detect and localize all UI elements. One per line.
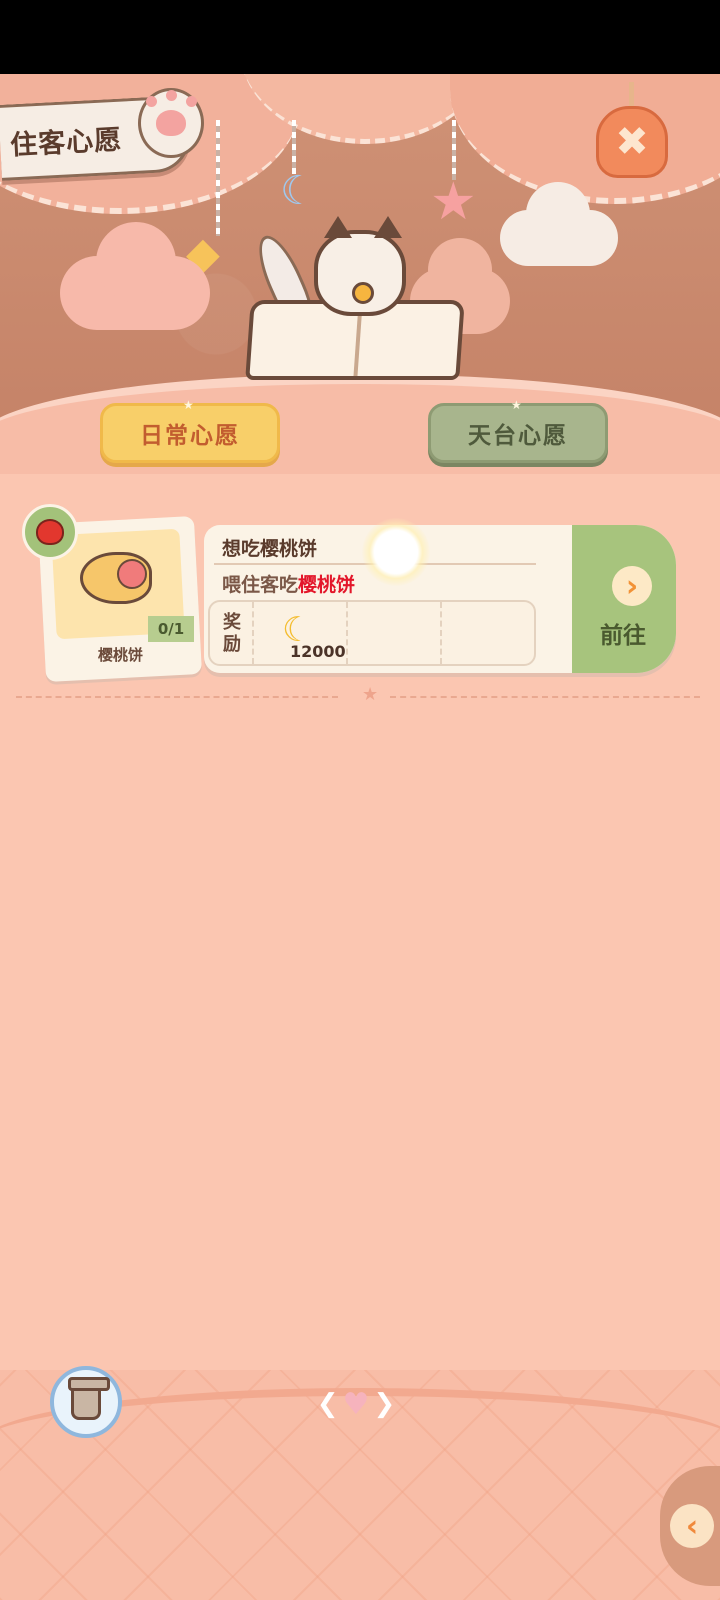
wish-description: 喂住客吃樱桃饼	[222, 574, 356, 596]
gem-icon: ★	[511, 398, 524, 412]
cherry-pie-icon	[80, 552, 152, 604]
page-title: 住客心愿	[9, 124, 123, 161]
reward-separator	[346, 602, 348, 664]
reward-label: 奖励	[223, 612, 241, 655]
trash-icon	[68, 1377, 110, 1420]
tab-rooftop-wish[interactable]: ★ 天台心愿	[428, 398, 608, 463]
tab-label: 天台心愿	[468, 423, 568, 449]
cloud-right	[500, 182, 618, 266]
wish-highlight-item: 樱桃饼	[298, 574, 356, 596]
moon-ornament-icon: ☾	[280, 168, 316, 214]
star-icon: ★	[362, 684, 379, 705]
reward-separator	[440, 602, 442, 664]
reward-amount: 12000	[290, 642, 346, 661]
paw-glow-icon	[362, 518, 430, 586]
trash-button[interactable]	[50, 1366, 122, 1438]
go-button-label: 前往	[600, 623, 646, 649]
divider	[16, 696, 338, 698]
reward-box	[208, 600, 536, 666]
item-name: 樱桃饼	[98, 646, 144, 664]
divider	[390, 696, 700, 698]
reward-separator	[252, 602, 254, 664]
tab-daily-wish[interactable]: ★ 日常心愿	[100, 398, 280, 463]
close-icon: ✖	[596, 106, 668, 178]
star-ornament-icon: ★	[430, 172, 477, 232]
hanging-string	[216, 120, 220, 236]
requester-avatar	[22, 504, 78, 560]
chevron-right-icon: ›	[612, 566, 652, 606]
hanging-string	[452, 120, 456, 180]
tab-label: 日常心愿	[140, 423, 240, 449]
cat-mascot-icon	[314, 216, 406, 316]
paw-icon	[138, 88, 204, 158]
bell-icon	[352, 282, 374, 304]
back-arrow-icon: ‹	[670, 1504, 714, 1548]
gem-icon: ★	[183, 398, 196, 412]
close-button[interactable]: ✖	[594, 82, 670, 182]
item-progress: 0/1	[148, 616, 194, 642]
winged-heart-icon: ❮ ♥ ❯	[316, 1386, 396, 1422]
red-bird-icon	[36, 519, 64, 545]
status-bar	[0, 0, 720, 74]
hanging-string	[292, 120, 296, 174]
wish-title: 想吃樱桃饼	[222, 538, 318, 560]
cloud-left	[60, 222, 210, 330]
